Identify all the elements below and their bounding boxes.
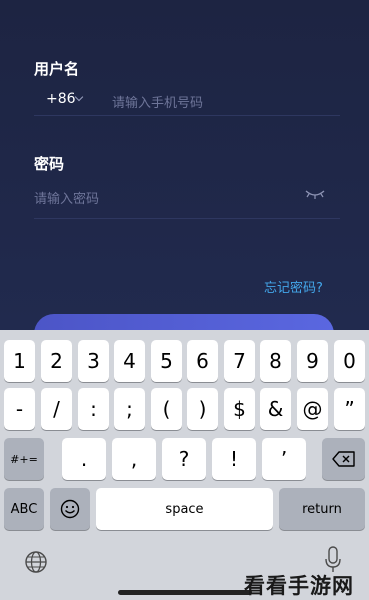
login-screen: 用户名 +86 请输入手机号码 密码 请输入密码 忘记密码? (0, 0, 369, 330)
watermark-text: 看看手游网 (244, 574, 354, 598)
key-4[interactable]: 4 (114, 340, 145, 382)
return-key[interactable]: return (279, 488, 365, 530)
globe-icon[interactable] (24, 550, 48, 574)
ios-keyboard: 1 2 3 4 5 6 7 8 9 0 - / : ; ( ) $ & @ ” … (0, 330, 369, 600)
username-label: 用户名 (34, 60, 80, 78)
delete-icon (331, 451, 355, 467)
key-colon[interactable]: : (78, 388, 109, 430)
eye-closed-icon[interactable] (304, 187, 326, 201)
forgot-password-link[interactable]: 忘记密码? (264, 277, 323, 296)
emoji-key[interactable] (50, 488, 90, 530)
key-2[interactable]: 2 (41, 340, 72, 382)
key-open-paren[interactable]: ( (151, 388, 182, 430)
space-key[interactable]: space (96, 488, 273, 530)
key-9[interactable]: 9 (297, 340, 328, 382)
key-5[interactable]: 5 (151, 340, 182, 382)
key-ampersand[interactable]: & (260, 388, 291, 430)
key-0[interactable]: 0 (334, 340, 365, 382)
password-input[interactable]: 请输入密码 (34, 188, 99, 207)
key-7[interactable]: 7 (224, 340, 255, 382)
key-more-symbols[interactable]: #+= (4, 438, 44, 480)
key-dollar[interactable]: $ (224, 388, 255, 430)
key-3[interactable]: 3 (78, 340, 109, 382)
key-6[interactable]: 6 (187, 340, 218, 382)
key-close-paren[interactable]: ) (187, 388, 218, 430)
key-abc[interactable]: ABC (4, 488, 44, 530)
key-comma[interactable]: , (112, 438, 156, 480)
key-apostrophe[interactable]: ’ (262, 438, 306, 480)
key-semicolon[interactable]: ; (114, 388, 145, 430)
country-code-selector[interactable]: +86 (46, 91, 76, 107)
backspace-key[interactable] (322, 438, 365, 480)
key-period[interactable]: . (62, 438, 106, 480)
key-question[interactable]: ? (162, 438, 206, 480)
phone-field-row: +86 请输入手机号码 (34, 88, 340, 116)
chevron-down-icon[interactable] (74, 92, 84, 102)
password-label: 密码 (34, 155, 65, 173)
key-quote[interactable]: ” (334, 388, 365, 430)
key-8[interactable]: 8 (260, 340, 291, 382)
key-hyphen[interactable]: - (4, 388, 35, 430)
key-1[interactable]: 1 (4, 340, 35, 382)
key-slash[interactable]: / (41, 388, 72, 430)
key-at[interactable]: @ (297, 388, 328, 430)
password-field-row: 请输入密码 (34, 185, 340, 219)
key-exclamation[interactable]: ! (212, 438, 256, 480)
home-indicator (118, 590, 252, 595)
emoji-icon (60, 499, 80, 519)
phone-input[interactable]: 请输入手机号码 (112, 92, 322, 111)
